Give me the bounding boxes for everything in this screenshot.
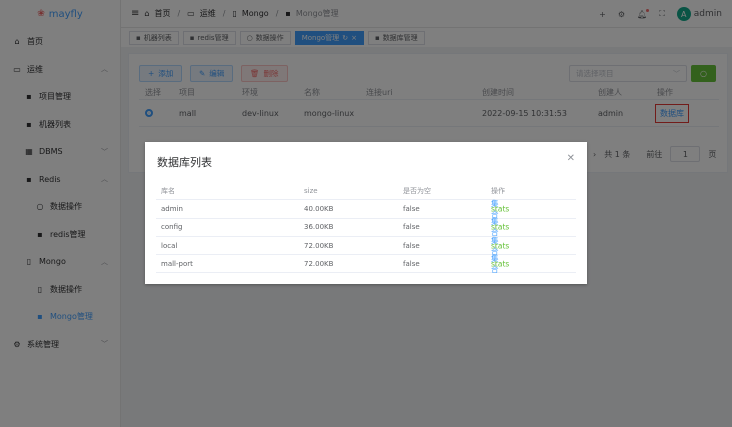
column-header: 是否为空 xyxy=(403,186,431,195)
column-header: size xyxy=(304,186,318,195)
database-list-dialog: 数据库列表 ✕ 库名 size 是否为空 操作 admin 40.00KB fals… xyxy=(145,142,587,284)
table-row: local 72.00KB false stats | 集合 xyxy=(156,236,576,256)
database-table: 库名 size 是否为空 操作 admin 40.00KB false stats |… xyxy=(156,182,576,275)
table-row: admin 40.00KB false stats | 集合 xyxy=(156,199,576,219)
table-row: mall-port 72.00KB false stats | 集合 xyxy=(156,253,576,275)
dialog-title: 数据库列表 xyxy=(157,156,212,169)
column-header: 操作 xyxy=(491,186,505,195)
close-icon[interactable]: ✕ xyxy=(567,153,575,164)
table-row: config 36.00KB false stats | 集合 xyxy=(156,217,576,237)
column-header: 库名 xyxy=(161,186,175,195)
collections-link[interactable]: 集合 xyxy=(491,253,499,275)
